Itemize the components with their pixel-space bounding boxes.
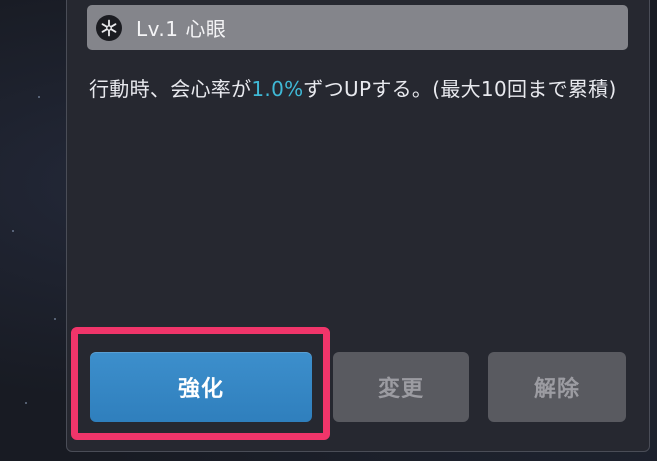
background-star — [54, 318, 56, 320]
enhance-button[interactable]: 強化 — [90, 352, 312, 422]
crit-rate-value: 1.0% — [251, 77, 304, 101]
remove-button[interactable]: 解除 — [488, 352, 626, 422]
remove-button-label: 解除 — [533, 377, 580, 402]
change-button-label: 変更 — [377, 377, 424, 402]
change-button[interactable]: 変更 — [333, 352, 469, 422]
background-star — [12, 230, 14, 232]
skill-header: Lv.1 心眼 — [87, 5, 628, 50]
skill-name: Lv.1 心眼 — [136, 17, 227, 41]
description-text-end: ずつUPする。(最大10回まで累積) — [303, 77, 617, 101]
snowflake-icon — [96, 14, 122, 41]
background-star — [38, 96, 40, 98]
description-text: 行動時、会心率が — [89, 77, 252, 101]
background-star — [25, 402, 27, 404]
enhance-button-label: 強化 — [177, 377, 224, 402]
skill-description: 行動時、会心率が1.0%ずつUPする。(最大10回まで累積) — [89, 72, 629, 106]
